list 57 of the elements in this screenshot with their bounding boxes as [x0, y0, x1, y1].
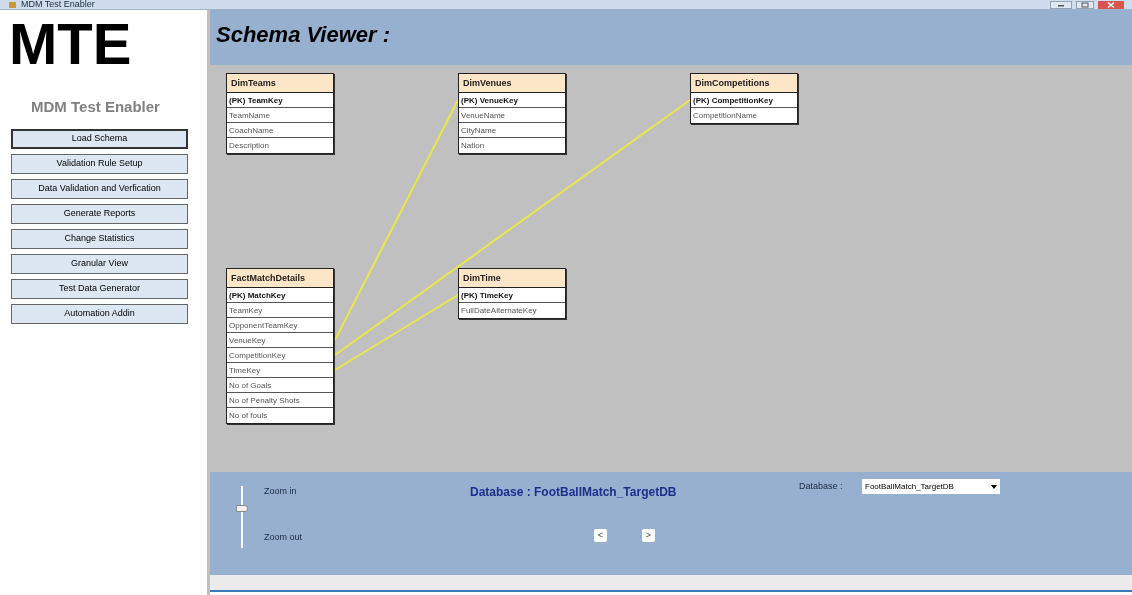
zoom-slider[interactable]	[236, 486, 248, 548]
table-box[interactable]: FactMatchDetails (PK) MatchKey TeamKey OpponentTeamKey VenueKey CompetitionKey TimeKey No of Goals No of Penalty Shots No of fouls	[226, 268, 334, 424]
table-name: FactMatchDetails	[227, 269, 333, 288]
column-row: CityName	[459, 123, 565, 138]
column-row-text: No of fouls	[228, 410, 269, 422]
column-row-text: FullDateAlternateKey	[460, 305, 538, 317]
column-row: VenueKey	[227, 333, 333, 348]
close-icon[interactable]	[1098, 0, 1124, 9]
app-subtitle: MDM Test Enabler	[31, 97, 161, 117]
column-row: (PK) TimeKey	[459, 288, 565, 303]
sidebar-button[interactable]: Test Data Generator	[11, 278, 188, 299]
column-row-text: Description	[228, 140, 270, 152]
slider-thumb[interactable]	[236, 505, 248, 513]
table-box[interactable]: DimTeams (PK) TeamKey TeamName CoachName Description	[226, 73, 334, 154]
database-label: Database :	[799, 480, 843, 493]
table-box[interactable]: DimCompetitions (PK) CompetitionKey CompetitionName	[690, 73, 798, 124]
sidebar-button[interactable]: Validation Rule Setup	[11, 153, 188, 174]
column-row: CompetitionKey	[227, 348, 333, 363]
minimize-icon[interactable]	[1050, 0, 1072, 9]
column-row-text: CompetitionName	[692, 110, 759, 122]
table-box[interactable]: DimVenues (PK) VenueKey VenueName CityName Nation	[458, 73, 566, 154]
sidebar-button[interactable]: Granular View	[11, 253, 188, 274]
column-row: No of Penalty Shots	[227, 393, 333, 408]
app-icon	[8, 0, 17, 9]
column-row: (PK) TeamKey	[227, 93, 333, 108]
database-dropdown[interactable]: FootBallMatch_TargetDB	[862, 479, 1000, 494]
table-name: DimVenues	[459, 74, 565, 93]
table-name: DimCompetitions	[691, 74, 797, 93]
column-row: (PK) VenueKey	[459, 93, 565, 108]
sidebar-button[interactable]: Data Validation and Verfication	[11, 178, 188, 199]
sidebar-button[interactable]: Automation Addin	[11, 303, 188, 324]
column-row: (PK) CompetitionKey	[691, 93, 797, 108]
zoom-in-label: Zoom in	[264, 485, 297, 498]
caret-icon	[991, 484, 997, 489]
sidebar-button[interactable]: Generate Reports	[11, 203, 188, 224]
column-row: TimeKey	[227, 363, 333, 378]
column-row: (PK) MatchKey	[227, 288, 333, 303]
table-name: DimTime	[459, 269, 565, 288]
page-title: Schema Viewer :	[216, 22, 391, 48]
logo: MTE	[9, 16, 133, 72]
window-title: MDM Test Enabler	[21, 0, 95, 9]
column-row: CoachName	[227, 123, 333, 138]
column-row: TeamName	[227, 108, 333, 123]
column-row-text: Nation	[460, 140, 486, 152]
column-row: VenueName	[459, 108, 565, 123]
column-row: No of Goals	[227, 378, 333, 393]
column-row: OpponentTeamKey	[227, 318, 333, 333]
column-row: TeamKey	[227, 303, 333, 318]
sidebar-button[interactable]: Change Statistics	[11, 228, 188, 249]
database-caption: Database : FootBallMatch_TargetDB	[470, 484, 677, 501]
zoom-out-label: Zoom out	[264, 531, 303, 544]
table-box[interactable]: DimTime (PK) TimeKey FullDateAlternateKey	[458, 268, 566, 319]
previous-button[interactable]: <	[594, 529, 607, 542]
sidebar-button[interactable]: Load Schema	[11, 128, 188, 149]
table-name: DimTeams	[227, 74, 333, 93]
next-button[interactable]: >	[642, 529, 655, 542]
maximize-icon[interactable]	[1076, 0, 1094, 9]
